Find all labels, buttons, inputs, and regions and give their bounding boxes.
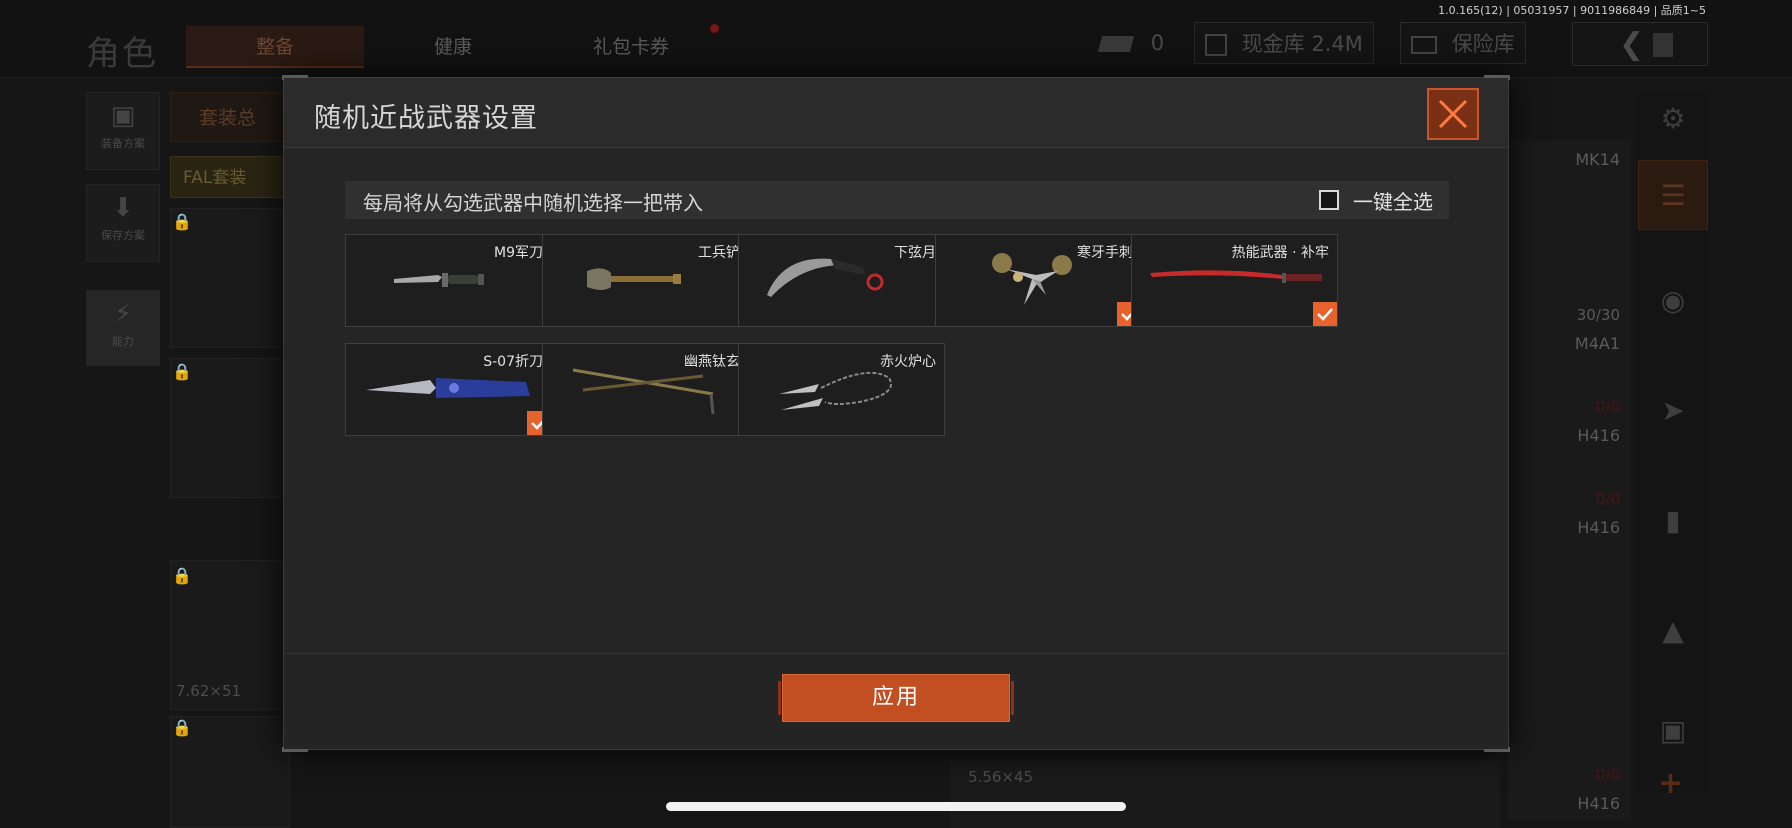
weapon-card-m9[interactable]: M9军刀	[345, 234, 552, 327]
dialog-footer: 应用	[284, 653, 1508, 749]
instruction-text: 每局将从勾选武器中随机选择一把带入	[363, 191, 703, 215]
lock-icon: 🔒	[172, 718, 192, 737]
dialog-header: 随机近战武器设置	[284, 78, 1508, 148]
instruction-bar: 每局将从勾选武器中随机选择一把带入 一键全选	[345, 181, 1449, 219]
ammo-count: 30/30	[1576, 306, 1620, 324]
weapon-card-katana[interactable]: 热能武器 · 补牢	[1131, 234, 1338, 327]
weapon-card-twin-spear[interactable]: 幽燕钛玄	[542, 343, 749, 436]
weapon-name: 幽燕钛玄	[684, 354, 740, 370]
weapon-name: M9军刀	[494, 245, 543, 261]
vault-icon	[1205, 34, 1227, 56]
select-all-label: 一键全选	[1353, 189, 1433, 214]
weapon-name: H416	[1577, 426, 1620, 445]
apply-button[interactable]: 应用	[778, 674, 1014, 722]
lock-icon: 🔒	[172, 566, 192, 585]
checked-checkbox[interactable]	[1313, 302, 1337, 326]
weapon-name: 工兵铲	[698, 245, 740, 261]
download-icon: ⬇	[112, 193, 134, 223]
ability-icon: ⚡	[113, 299, 133, 329]
loadout-plan-button[interactable]: ▣ 装备方案	[86, 92, 160, 170]
caliber-label: 7.62×51	[176, 682, 242, 700]
weapon-name: S-07折刀	[483, 354, 543, 370]
home-indicator[interactable]	[666, 802, 1126, 811]
ammo-count: 0/0	[1595, 490, 1620, 508]
weapon-name: 赤火炉心	[880, 354, 936, 370]
tab-health[interactable]: 健康	[364, 26, 542, 68]
cash-vault-button[interactable]: 现金库 2.4M	[1194, 22, 1374, 64]
weapon-name: MK14	[1575, 150, 1620, 169]
weapon-name: 下弦月	[894, 245, 936, 261]
checkmark-icon	[1317, 308, 1333, 321]
ability-button[interactable]: ⚡ 能力	[86, 290, 160, 366]
weapon-name: M4A1	[1574, 334, 1620, 353]
close-button[interactable]	[1427, 88, 1479, 140]
fal-suit[interactable]: FAL套装	[170, 156, 290, 198]
weapon-card-claw[interactable]: 寒牙手刺	[935, 234, 1142, 327]
weapon-name: H416	[1577, 518, 1620, 537]
weapon-name: 热能武器 · 补牢	[1231, 245, 1329, 261]
bullet-icon[interactable]: ▲	[1638, 596, 1708, 666]
vest-icon: ▣	[110, 101, 136, 131]
magazine-icon[interactable]: ▮	[1638, 486, 1708, 556]
cash-stack-icon	[1097, 36, 1135, 52]
back-arrow-icon: ❮	[1619, 27, 1645, 62]
weapon-list-panel	[1508, 140, 1630, 820]
page-title: 角色	[86, 34, 158, 74]
save-plan-button[interactable]: ⬇ 保存方案	[86, 184, 160, 262]
close-icon	[1438, 99, 1468, 129]
safe-icon	[1411, 36, 1437, 54]
tab-equipment[interactable]: 整备	[186, 26, 364, 68]
ammo-count: 0/0	[1595, 766, 1620, 784]
back-button[interactable]: ❮	[1572, 22, 1708, 66]
select-all-checkbox[interactable]: 一键全选	[1319, 187, 1433, 214]
suit-overview[interactable]: 套装总	[170, 92, 290, 142]
weapon-card-karambit[interactable]: 下弦月	[738, 234, 945, 327]
rifle-icon[interactable]: ➤	[1638, 376, 1708, 446]
notification-dot	[710, 24, 719, 33]
weapon-name: H416	[1577, 794, 1620, 813]
safe-vault-button[interactable]: 保险库	[1400, 22, 1526, 64]
weapon-name: 寒牙手刺	[1077, 245, 1133, 261]
weapon-card-rope-dart[interactable]: 赤火炉心	[738, 343, 945, 436]
weapon-card-shovel[interactable]: 工兵铲	[542, 234, 749, 327]
cash-counter[interactable]: 0	[1090, 22, 1174, 64]
dialog-title: 随机近战武器设置	[314, 103, 538, 134]
weapon-card-s07[interactable]: S-07折刀	[345, 343, 552, 436]
version-info: 1.0.165(12) | 05031957 | 9011986849 | 品质…	[1438, 4, 1706, 17]
ammo-count: 0/0	[1595, 398, 1620, 416]
lock-icon: 🔒	[172, 212, 192, 231]
lock-icon: 🔒	[172, 362, 192, 381]
backpack-icon[interactable]: ▣	[1638, 696, 1708, 766]
tab-gift-cards[interactable]: 礼包卡券	[542, 26, 720, 68]
caliber-label-bottom: 5.56×45	[968, 768, 1034, 786]
helmet-icon[interactable]: ◉	[1638, 266, 1708, 336]
swap-icon[interactable]: ⚙	[1638, 84, 1708, 154]
add-icon[interactable]: +	[1658, 766, 1683, 801]
melee-settings-dialog: 随机近战武器设置 每局将从勾选武器中随机选择一把带入 一键全选 M9军刀 工兵铲…	[282, 75, 1510, 752]
layers-icon[interactable]: ☰	[1638, 160, 1708, 230]
checkbox-box[interactable]	[1319, 190, 1339, 210]
